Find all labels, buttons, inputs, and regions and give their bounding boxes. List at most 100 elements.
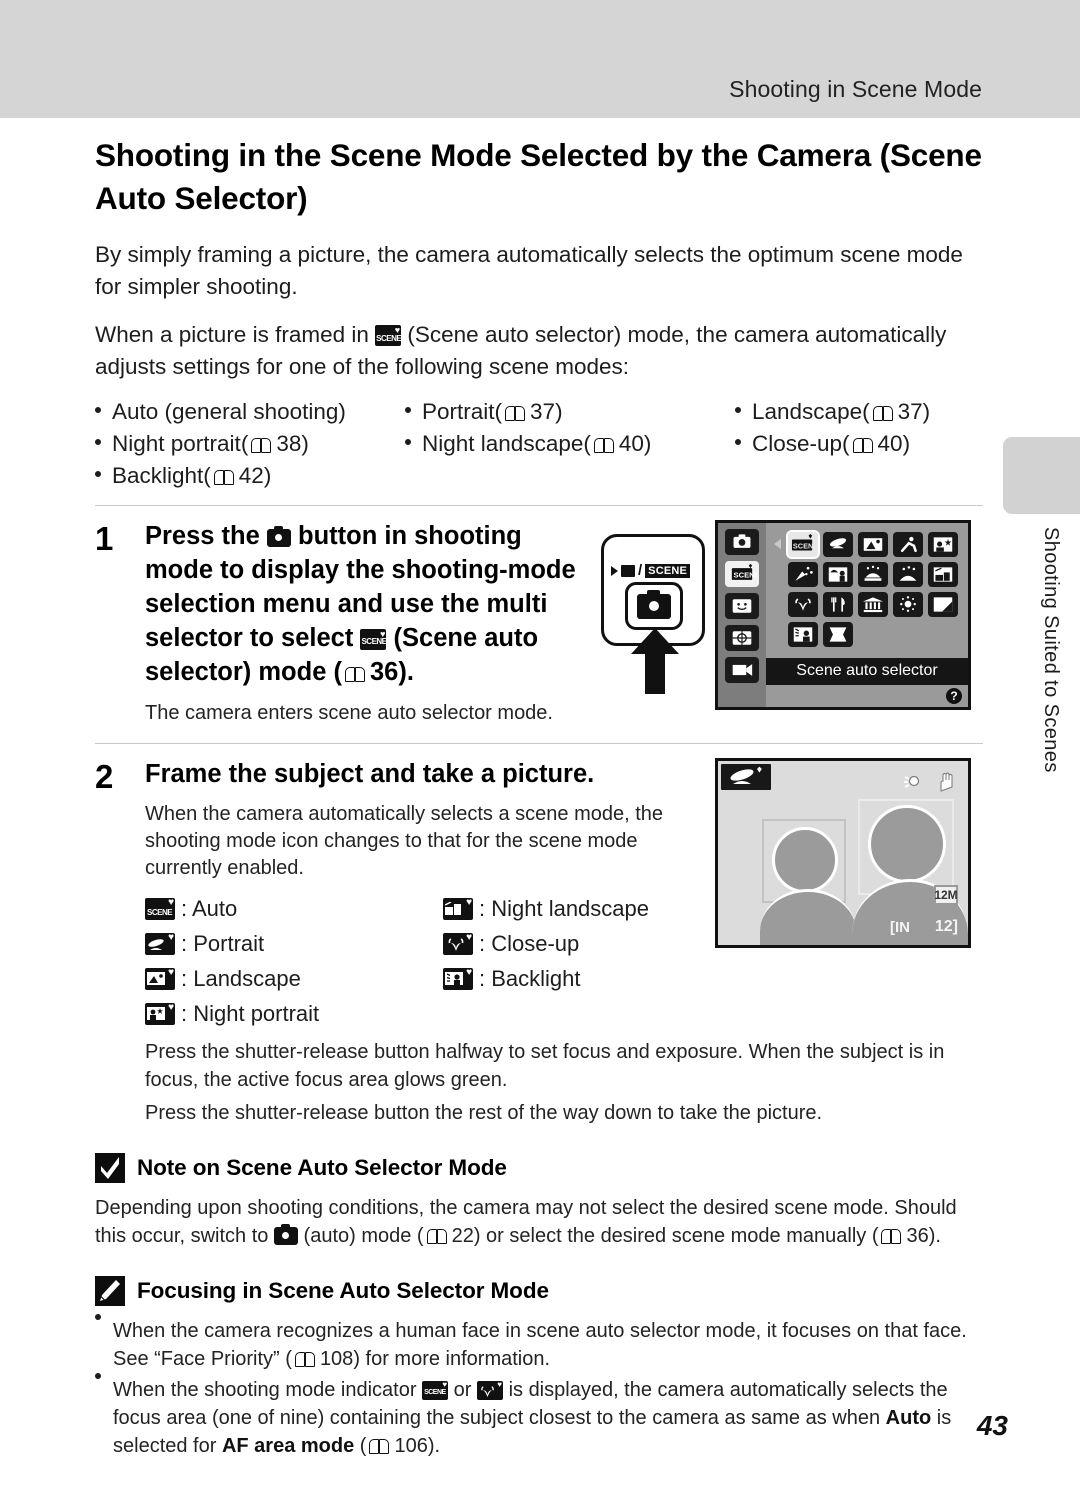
note-1-title: Note on Scene Auto Selector Mode <box>137 1155 507 1181</box>
close-up-icon: ♥ <box>443 932 473 956</box>
grid-icon-party-indoor[interactable] <box>788 562 818 588</box>
legend-label: : Close-up <box>479 931 580 957</box>
grid-icon-sports[interactable] <box>893 532 923 558</box>
pencil-note-icon <box>95 1276 125 1307</box>
book-ref-icon <box>251 437 272 454</box>
note-1-ref-1: 22 <box>451 1224 474 1247</box>
left-caret-icon <box>774 539 781 550</box>
help-icon[interactable]: ? <box>946 688 962 705</box>
bullet-icon <box>95 1373 101 1380</box>
book-ref-icon <box>593 437 614 454</box>
legend-row-landscape: ♥ : Landscape <box>145 966 443 992</box>
bullet-icon <box>95 1314 101 1321</box>
bullet-icon <box>735 407 741 414</box>
running-header-title: Shooting in Scene Mode <box>729 76 982 102</box>
list-item: Night portrait (38) <box>95 431 405 457</box>
image-size-badge: 12M <box>934 884 958 905</box>
grid-icon-beach[interactable] <box>823 562 853 588</box>
movie-scene-label: / SCENE <box>611 562 691 580</box>
shutter-paragraph-2: Press the shutter-release button the res… <box>145 1101 823 1124</box>
grid-icon-panorama-assist[interactable] <box>823 622 853 648</box>
lcd-sidebar: SCENE <box>718 523 766 708</box>
grid-icon-copy[interactable] <box>928 592 958 618</box>
shots-remaining-value: 12 <box>934 917 953 935</box>
sidebar-item-scene-auto-selector[interactable]: SCENE <box>725 561 759 588</box>
heart-glyph: ♥ <box>497 1380 502 1390</box>
grid-icon-night-landscape[interactable] <box>928 562 958 588</box>
page-ref-number: 37 <box>530 399 556 425</box>
intro-2-text-a: When a picture is framed in <box>95 322 369 348</box>
sidebar-item-subject-tracking[interactable] <box>725 625 759 652</box>
list-item: Portrait (37) <box>405 399 735 425</box>
grid-icon-portrait[interactable] <box>823 532 853 558</box>
heart-glyph: ♥ <box>466 932 472 944</box>
book-ref-icon <box>872 405 893 422</box>
legend-row-backlight: ♥ : Backlight <box>443 966 715 992</box>
note-2-bullet-1: When the camera recognizes a human face … <box>113 1318 983 1373</box>
step-2-number: 2 <box>95 757 114 795</box>
grid-icon-fireworks[interactable] <box>893 592 923 618</box>
scene-auto-selector-icon: ♥ SCENE <box>375 325 402 347</box>
page-ref-number: 40 <box>877 431 903 457</box>
bullet-1-ref: 108 <box>319 1347 354 1370</box>
scene-text-glyph: SCENE <box>361 637 387 647</box>
bullet-1-text-b: ) for more information. <box>353 1347 551 1370</box>
bullet-2-bold-2: AF area mode <box>221 1434 355 1457</box>
heart-glyph: ♥ <box>168 897 174 909</box>
step-1: 1 Press the button in shooting mode to d… <box>95 506 983 727</box>
memory-badge: [IN <box>890 918 910 936</box>
sidebar-item-smart-portrait[interactable] <box>725 593 759 620</box>
sidebar-item-movie[interactable] <box>725 657 759 684</box>
legend-label: : Portrait <box>181 931 265 957</box>
svg-text:SCENE: SCENE <box>793 542 817 551</box>
grid-icon-dusk-dawn[interactable] <box>893 562 923 588</box>
memory-label: IN <box>895 918 910 936</box>
bullet-icon <box>95 407 101 414</box>
grid-icon-close-up[interactable] <box>788 592 818 618</box>
note-2-bullets: When the camera recognizes a human face … <box>95 1314 983 1460</box>
chapter-tab-block <box>1003 437 1080 514</box>
landscape-icon: ♥ <box>145 967 175 991</box>
camera-button-illustration: / SCENE <box>595 520 715 698</box>
shooting-mode-button-icon <box>637 590 671 620</box>
mode-label: Close-up <box>752 431 843 457</box>
grid-icon-scene-auto-selector[interactable]: SCENE <box>788 532 818 558</box>
scene-auto-icon: ♥ SCENE <box>145 897 175 921</box>
legend-row-portrait: ♥ : Portrait <box>145 931 443 957</box>
lcd-scene-grid-panel: SCENE Scene auto selector ? <box>766 523 968 708</box>
grid-icon-landscape[interactable] <box>858 532 888 558</box>
bullet-2-text-e: ). <box>427 1434 441 1457</box>
slash-separator: / <box>638 562 643 580</box>
page-title: Shooting in the Scene Mode Selected by t… <box>95 137 982 217</box>
flash-indicator-icon <box>902 773 922 795</box>
grid-icon-night-portrait[interactable] <box>928 532 958 558</box>
grid-icon-backlight[interactable] <box>788 622 818 648</box>
intro-paragraph-1: By simply framing a picture, the camera … <box>95 242 963 300</box>
bullet-2-text-a: When the shooting mode indicator <box>113 1379 417 1402</box>
list-item: Night landscape (40) <box>405 431 735 457</box>
book-ref-icon <box>505 405 526 422</box>
grid-icon-food[interactable] <box>823 592 853 618</box>
note-1-ref-2: 36 <box>906 1224 929 1247</box>
lcd-mode-menu: SCENE <box>715 520 971 711</box>
step-1-subtext: The camera enters scene auto selector mo… <box>145 701 553 724</box>
grid-icon-sunset[interactable] <box>858 562 888 588</box>
note-1-header: Note on Scene Auto Selector Mode <box>95 1153 983 1184</box>
movie-body-icon <box>621 564 635 577</box>
sidebar-item-camera-auto[interactable] <box>725 529 759 556</box>
grid-icon-museum[interactable] <box>858 592 888 618</box>
lcd-selected-mode-label: Scene auto selector <box>766 658 968 686</box>
vibration-reduction-icon <box>934 771 958 793</box>
live-view-mode-icon <box>721 763 771 790</box>
page-ref: (42) <box>203 463 272 489</box>
page-ref: (37) <box>494 399 563 425</box>
night-landscape-icon: ♥ <box>443 898 473 921</box>
backlight-icon: ♥ <box>443 968 473 991</box>
scene-text-glyph: SCENE <box>147 908 173 918</box>
legend-label: : Night landscape <box>479 896 649 922</box>
bullet-icon <box>95 471 101 478</box>
heart-glyph: ♥ <box>168 967 174 979</box>
page-ref: (40) <box>842 431 911 457</box>
bullet-icon <box>405 439 411 446</box>
list-item: Landscape (37) <box>735 399 983 425</box>
